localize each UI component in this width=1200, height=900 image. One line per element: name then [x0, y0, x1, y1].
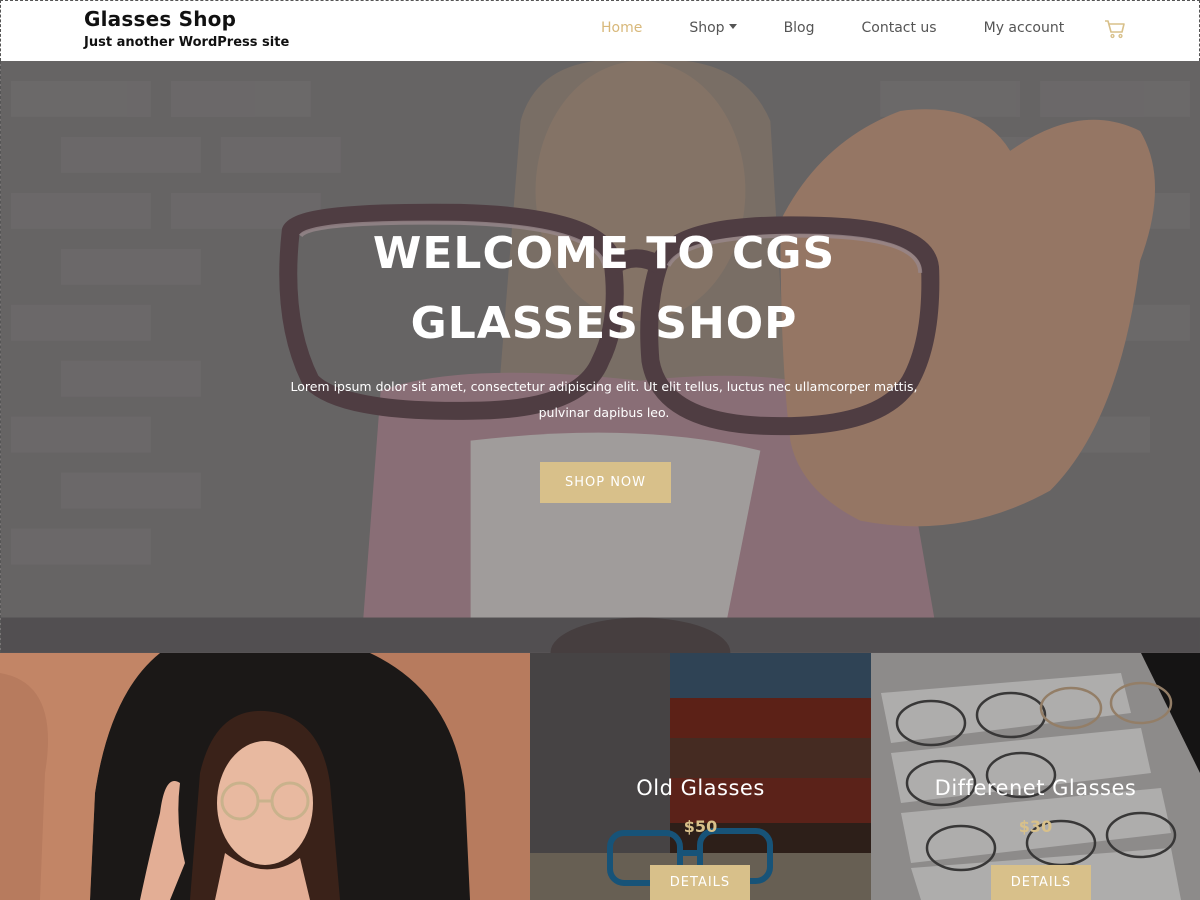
nav-shop[interactable]: Shop [689, 18, 737, 38]
hero-title-line-1: WELCOME TO CGS [372, 228, 836, 279]
cart-icon[interactable] [1104, 19, 1126, 39]
product-price: $30 [1018, 817, 1053, 836]
site-tagline: Just another WordPress site [84, 35, 290, 50]
shop-now-button[interactable]: SHOP NOW [540, 462, 671, 503]
main-navigation: Home Shop Blog Contact us My account [601, 18, 1111, 38]
site-branding: Glasses Shop Just another WordPress site [84, 7, 289, 51]
nav-my-account[interactable]: My account [984, 18, 1065, 38]
nav-shop-label: Shop [689, 20, 725, 36]
hero-banner: WELCOME TO CGS GLASSES SHOP Lorem ipsum … [0, 61, 1200, 653]
hero-description: Lorem ipsum dolor sit amet, consectetur … [281, 374, 927, 426]
product-price: $50 [683, 817, 718, 836]
nav-home[interactable]: Home [601, 18, 642, 38]
hero-title: WELCOME TO CGS GLASSES SHOP [301, 219, 907, 359]
product-card-old-glasses: Old Glasses $50 DETAILS [530, 653, 871, 900]
product-name: Differenet Glasses [934, 776, 1137, 800]
nav-blog[interactable]: Blog [784, 18, 815, 38]
details-button[interactable]: DETAILS [991, 865, 1091, 900]
chevron-down-icon [728, 23, 737, 29]
product-card-different-glasses: Differenet Glasses $30 DETAILS [871, 653, 1200, 900]
hero-description-line-2: pulvinar dapibus leo. [538, 405, 670, 420]
nav-contact[interactable]: Contact us [862, 18, 937, 38]
site-title[interactable]: Glasses Shop [84, 7, 289, 31]
site-header: Glasses Shop Just another WordPress site… [0, 0, 1200, 61]
hero-description-line-1: Lorem ipsum dolor sit amet, consectetur … [290, 379, 918, 394]
products-section: Old Glasses $50 DETAILS Differenet Glass… [0, 653, 1200, 900]
hero-title-line-2: GLASSES SHOP [410, 298, 798, 349]
product-name: Old Glasses [636, 776, 765, 800]
woman-with-glasses-image [0, 653, 530, 900]
details-button[interactable]: DETAILS [650, 865, 750, 900]
featured-image-tile [0, 653, 530, 900]
